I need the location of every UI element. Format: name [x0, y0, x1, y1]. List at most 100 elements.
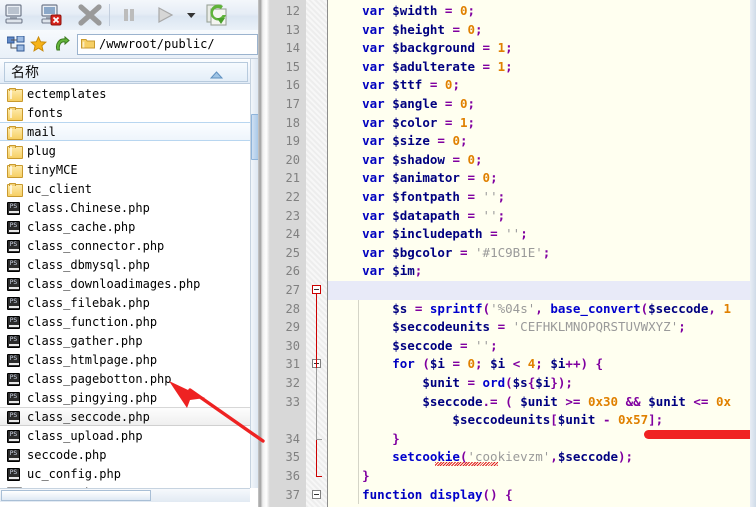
- php-file-icon: PS: [7, 391, 22, 405]
- up-arrow-icon[interactable]: [50, 33, 73, 56]
- address-bar: /wwwroot/public/: [0, 30, 258, 59]
- line-number: 24: [285, 227, 300, 242]
- line-number: 12: [285, 4, 300, 18]
- file-name-label: class_connector.php: [27, 238, 165, 253]
- fold-range-line-inner: [316, 368, 317, 439]
- ftp-toolbar: [0, 0, 258, 31]
- pane-splitter[interactable]: [258, 0, 270, 507]
- code-line[interactable]: $seccodeunits = 'CEFHKLMNOPQRSTUVWXYZ';: [328, 318, 756, 337]
- code-line[interactable]: for ($i = 0; $i < 4; $i++) {: [328, 355, 756, 374]
- file-list-item[interactable]: PS class_pingying.php: [0, 388, 250, 407]
- file-name-label: tinyMCE: [27, 162, 78, 177]
- file-list-item[interactable]: fonts: [0, 103, 250, 122]
- ftp-client-pane: /wwwroot/public/ 名称 ectemplates fonts mail…: [0, 0, 258, 507]
- code-line[interactable]: var $includepath = '';: [328, 225, 756, 244]
- file-list[interactable]: ectemplates fonts mail plug tinyMCE uc_client…: [0, 84, 250, 488]
- file-list-item[interactable]: PS class.Chinese.php: [0, 198, 250, 217]
- path-input[interactable]: /wwwroot/public/: [77, 33, 258, 55]
- code-line[interactable]: var $fontpath = '';: [328, 188, 756, 207]
- code-line[interactable]: var $background = 1;: [328, 39, 756, 58]
- code-line[interactable]: var $angle = 0;: [328, 95, 756, 114]
- fold-range-end: [316, 476, 322, 477]
- file-list-item[interactable]: uc_client: [0, 179, 250, 198]
- code-line[interactable]: var $adulterate = 1;: [328, 58, 756, 77]
- scrollbar-thumb[interactable]: [251, 114, 258, 160]
- file-list-item[interactable]: PS class_connector.php: [0, 236, 250, 255]
- star-icon[interactable]: [27, 33, 50, 56]
- file-list-item[interactable]: ectemplates: [0, 84, 250, 103]
- code-line[interactable]: var $width = 0;: [328, 2, 756, 21]
- line-number: 37: [285, 487, 300, 502]
- code-line[interactable]: var $bgcolor = '#1C9B1E';: [328, 244, 756, 263]
- column-name[interactable]: 名称: [4, 62, 248, 82]
- file-list-item[interactable]: tinyMCE: [0, 160, 250, 179]
- code-line[interactable]: var $color = 1;: [328, 114, 756, 133]
- column-name-label: 名称: [11, 65, 39, 81]
- line-number: 31: [285, 357, 300, 372]
- code-folding-column[interactable]: [306, 0, 328, 507]
- php-file-icon: PS: [7, 258, 22, 272]
- code-line[interactable]: $seccodeunits[$unit - 0x57];: [328, 411, 756, 430]
- code-line[interactable]: var $animator = 0;: [328, 169, 756, 188]
- file-name-label: uc_client: [27, 181, 93, 196]
- disconnect-icon[interactable]: [36, 0, 72, 30]
- code-line[interactable]: $seccode = '';: [328, 337, 756, 356]
- code-line[interactable]: var $ttf = 0;: [328, 76, 756, 95]
- chevron-down-icon[interactable]: [183, 0, 199, 30]
- line-number: 27: [285, 283, 300, 297]
- file-list-item[interactable]: PS class_htmlpage.php: [0, 350, 250, 369]
- file-list-item[interactable]: PS class_seccode.php: [0, 407, 250, 426]
- file-list-item[interactable]: PS class_cache.php: [0, 217, 250, 236]
- file-name-label: class_function.php: [27, 314, 158, 329]
- code-line[interactable]: var $height = 0;: [328, 21, 756, 40]
- site-tree-icon[interactable]: [4, 33, 27, 56]
- refresh-download-icon[interactable]: [199, 0, 235, 30]
- file-list-item[interactable]: PS seccode.php: [0, 445, 250, 464]
- code-line[interactable]: var $shadow = 0;: [328, 151, 756, 170]
- line-number: 17: [285, 97, 300, 111]
- file-name-label: plug: [27, 143, 56, 158]
- file-list-item[interactable]: PS class_function.php: [0, 312, 250, 331]
- transfer-icon[interactable]: [147, 0, 183, 30]
- code-line[interactable]: setcookie('cookievzm',$seccode);: [328, 448, 756, 467]
- file-list-item[interactable]: PS class_gather.php: [0, 331, 250, 350]
- line-number-gutter: 12 13 14 15 16 17 18 19 20 21 22 23 24 25 26 27 28 29 30 31…: [270, 0, 306, 507]
- file-list-item[interactable]: PS class_downloadimages.php: [0, 274, 250, 293]
- line-number: 23: [285, 208, 300, 223]
- code-line[interactable]: function display() {: [328, 486, 756, 505]
- file-list-horizontal-scrollbar[interactable]: [0, 488, 250, 502]
- fold-toggle-icon[interactable]: [312, 489, 321, 499]
- php-file-icon: PS: [7, 467, 22, 481]
- file-list-item[interactable]: plug: [0, 141, 250, 160]
- scrollbar-thumb-horizontal[interactable]: [1, 490, 151, 501]
- code-line[interactable]: var $im;: [328, 262, 756, 281]
- php-file-icon: PS: [7, 448, 22, 462]
- file-name-label: ectemplates: [27, 86, 107, 101]
- file-list-item[interactable]: PS uc_config.php: [0, 464, 250, 483]
- code-line[interactable]: $unit = ord($s{$i});: [328, 374, 756, 393]
- file-list-vertical-scrollbar[interactable]: [250, 59, 258, 488]
- code-line[interactable]: var $size = 0;: [328, 132, 756, 151]
- file-list-item[interactable]: PS class_upload.php: [0, 426, 250, 445]
- file-list-item[interactable]: PS class_filebak.php: [0, 293, 250, 312]
- file-list-item[interactable]: PS class_dbmysql.php: [0, 255, 250, 274]
- line-number: 25: [285, 245, 300, 260]
- file-name-label: class_pagebotton.php: [27, 371, 172, 386]
- line-number: 22: [285, 190, 300, 204]
- connect-icon[interactable]: [0, 0, 36, 30]
- file-list-item[interactable]: mail: [0, 122, 250, 141]
- pause-icon[interactable]: [111, 0, 147, 30]
- code-line[interactable]: var $datapath = '';: [328, 207, 756, 226]
- code-line[interactable]: $s = sprintf('%04s', base_convert($secco…: [328, 300, 756, 319]
- line-number: 21: [285, 171, 300, 186]
- line-number: 33: [285, 394, 300, 409]
- editor-scrollbar[interactable]: [750, 0, 756, 507]
- php-file-icon: PS: [7, 277, 22, 291]
- fold-toggle-icon[interactable]: [312, 285, 321, 294]
- stop-icon[interactable]: [72, 0, 108, 30]
- code-line[interactable]: }: [328, 467, 756, 486]
- folder-icon: [7, 163, 23, 178]
- line-number: 36: [285, 469, 300, 483]
- code-line[interactable]: $seccode.= ( $unit >= 0x30 && $unit <= 0…: [328, 393, 756, 412]
- file-list-item[interactable]: PS class_pagebotton.php: [0, 369, 250, 388]
